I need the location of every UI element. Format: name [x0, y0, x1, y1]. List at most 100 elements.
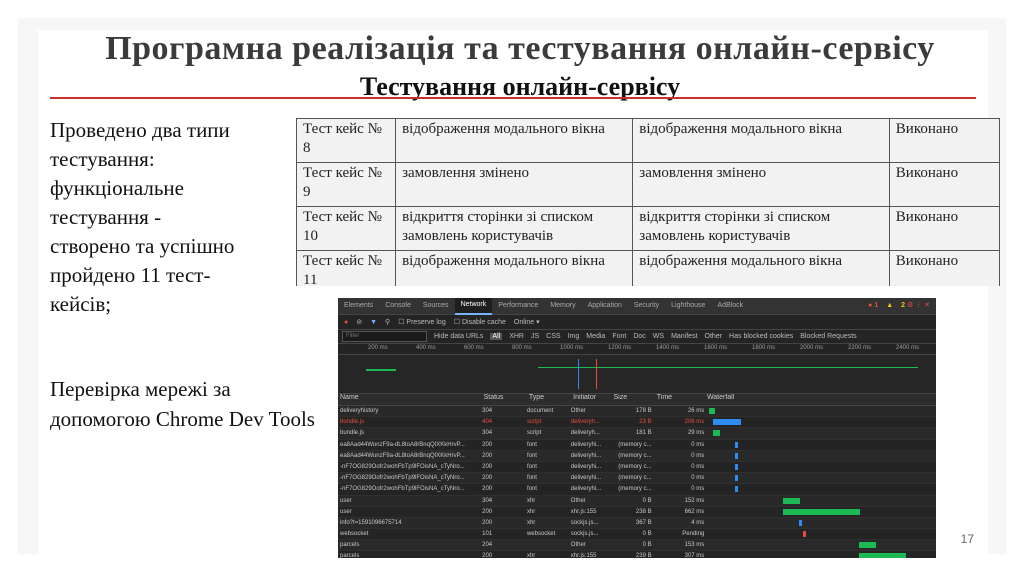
network-request-row[interactable]: info?t=1591096675714 200 xhr sockjs.js... 36…	[338, 517, 936, 530]
waterfall-bar	[803, 531, 807, 538]
network-request-row[interactable]: -nF7OG829Oofr2wohFbTp9lFOisNA_cTyNro... 2…	[338, 484, 936, 496]
preserve-log-checkbox[interactable]: ☐ Preserve log	[398, 318, 446, 326]
disable-cache-checkbox[interactable]: ☐ Disable cache	[454, 318, 506, 326]
devtools-tab[interactable]: Network	[454, 298, 493, 315]
request-time: 206 ms	[684, 419, 705, 426]
request-size: 238 B	[635, 508, 652, 515]
filter-type[interactable]: Manifest	[671, 333, 697, 340]
throttling-select[interactable]: Online ▾	[514, 318, 540, 326]
request-name: user	[340, 497, 352, 504]
record-icon[interactable]: ●	[344, 319, 348, 326]
request-name: bundle.js	[340, 419, 365, 426]
devtools-tab[interactable]: Lighthouse	[665, 298, 711, 314]
column-header[interactable]: Type	[527, 394, 571, 405]
filter-type[interactable]: WS	[653, 333, 664, 340]
devtools-tab[interactable]: Memory	[544, 298, 581, 314]
request-waterfall	[707, 518, 936, 528]
filter-type[interactable]: Font	[612, 333, 626, 340]
filter-type[interactable]: Hide data URLs	[434, 333, 483, 340]
filter-type[interactable]: XHR	[509, 333, 524, 340]
column-header[interactable]: Waterfall	[705, 394, 936, 405]
request-time: 0 ms	[691, 452, 705, 459]
ruler-tick: 2200 ms	[848, 345, 872, 351]
network-request-row[interactable]: bundle.js 304 script deliveryh... 181 B 29 ms	[338, 428, 936, 440]
network-table-header: Name Status Type Initiator Size Time Waterfall	[338, 394, 936, 406]
devtools-tab[interactable]: Security	[628, 298, 665, 314]
devtools-tab[interactable]: Console	[379, 298, 417, 314]
column-header[interactable]: Initiator	[571, 394, 611, 405]
request-type: font	[526, 463, 537, 470]
error-count[interactable]: ● 1 ▲ 2 ⚙ ⋮ ✕	[862, 298, 936, 314]
request-initiator: xhr.js:155	[570, 553, 597, 558]
test-case-expected: відкриття сторінки зі списком замовлень …	[632, 206, 890, 251]
column-header[interactable]: Size	[611, 394, 654, 405]
network-request-row[interactable]: parcels 200 xhr xhr.js:155 239 B 307 ms	[338, 551, 936, 558]
devtools-tab[interactable]: Sources	[417, 298, 455, 314]
waterfall-bar	[713, 430, 721, 437]
filter-type[interactable]: Media	[586, 333, 605, 340]
throttling-value: Online	[513, 319, 535, 326]
test-case-expected: відображення модального вікна	[632, 250, 890, 286]
filter-type[interactable]: Other	[705, 333, 723, 340]
request-waterfall	[707, 529, 936, 539]
overview-green-line	[538, 367, 918, 368]
network-request-row[interactable]: bundle.js 404 script deliveryh... 23 B 206 ms	[338, 417, 936, 429]
network-request-row[interactable]: ea8Aad44WunzF9a-dL8toA8rBnqQIXKkHrvP... 2…	[338, 440, 936, 451]
network-request-row[interactable]: parcels 204 Other 0 B 153 ms	[338, 540, 936, 552]
request-time: 153 ms	[684, 542, 705, 549]
devtools-tab[interactable]: Application	[582, 298, 628, 314]
request-size: (memory c...	[618, 441, 652, 448]
network-request-row[interactable]: -nF7OG829Oofr2wohFbTp9lFOisNA_cTyNro... 2…	[338, 473, 936, 485]
request-waterfall	[707, 540, 936, 550]
request-size: 23 B	[639, 419, 652, 426]
filter-type[interactable]: Blocked Requests	[800, 333, 856, 340]
filter-type[interactable]: Has blocked cookies	[729, 333, 793, 340]
filter-icon[interactable]: ▼	[370, 319, 377, 326]
request-waterfall	[707, 473, 936, 483]
network-request-row[interactable]: user 304 xhr Other 0 B 152 ms	[338, 495, 936, 507]
request-initiator: sockjs.js...	[570, 519, 599, 526]
request-initiator: Other	[570, 408, 586, 414]
testing-description: Проведено два типи тестування: функціона…	[50, 118, 235, 316]
column-header[interactable]: Time	[655, 394, 705, 405]
ruler-tick: 800 ms	[512, 345, 532, 351]
request-waterfall	[707, 417, 936, 427]
ruler-tick: 1000 ms	[560, 345, 584, 351]
network-request-row[interactable]: websocket 101 websocket sockjs.js... 0 B Pend…	[338, 529, 936, 541]
devtools-tab[interactable]: Performance	[492, 298, 544, 314]
filter-type[interactable]: All	[490, 333, 503, 340]
network-request-row[interactable]: user 200 xhr xhr.js:155 238 B 662 ms	[338, 507, 936, 518]
waterfall-bar	[735, 452, 739, 459]
request-type	[525, 540, 569, 550]
filter-input[interactable]: Filter	[342, 331, 427, 342]
filter-type[interactable]: Doc	[633, 333, 645, 340]
ruler-tick: 1200 ms	[608, 345, 632, 351]
network-request-row[interactable]: deliveryhistory 304 document Other 178 B 26 m…	[338, 406, 936, 418]
filter-type[interactable]: CSS	[546, 333, 560, 340]
test-case-status: Виконано	[888, 250, 1000, 286]
clear-icon[interactable]: ⊘	[356, 318, 362, 326]
test-case-action: відкриття сторінки зі списком замовлень …	[395, 206, 634, 251]
network-table-body: deliveryhistory 304 document Other 178 B 26 m…	[338, 406, 936, 558]
title-divider	[50, 97, 976, 99]
ruler-tick: 400 ms	[416, 345, 436, 351]
column-header[interactable]: Status	[482, 394, 527, 405]
request-waterfall	[707, 451, 936, 461]
request-status: 200	[482, 463, 493, 470]
devtools-tab[interactable]: Elements	[338, 298, 379, 314]
test-case-expected: відображення модального вікна	[632, 118, 890, 163]
request-status: 200	[482, 553, 493, 558]
waterfall-bar	[735, 486, 739, 493]
timeline-overview[interactable]	[338, 355, 936, 394]
search-icon[interactable]: ⚲	[385, 318, 390, 326]
filter-type[interactable]: JS	[531, 333, 539, 340]
waterfall-bar	[859, 542, 877, 549]
timeline-ruler: 200 ms 400 ms 600 ms 800 ms 1000 ms 1200 ms 14…	[338, 344, 936, 355]
network-request-row[interactable]: -nF7OG829Oofr2wohFbTp9lFOisNA_cTyNro... 2…	[338, 462, 936, 474]
filter-type[interactable]: Img	[568, 333, 580, 340]
ruler-tick: 1600 ms	[704, 345, 728, 351]
devtools-tab[interactable]: AdBlock	[711, 298, 749, 314]
network-request-row[interactable]: ea8Aad44WunzF9a-dL8toA8rBnqQIXKkHrvP... 2…	[338, 450, 936, 462]
waterfall-bar	[735, 475, 739, 482]
column-header[interactable]: Name	[338, 394, 482, 405]
